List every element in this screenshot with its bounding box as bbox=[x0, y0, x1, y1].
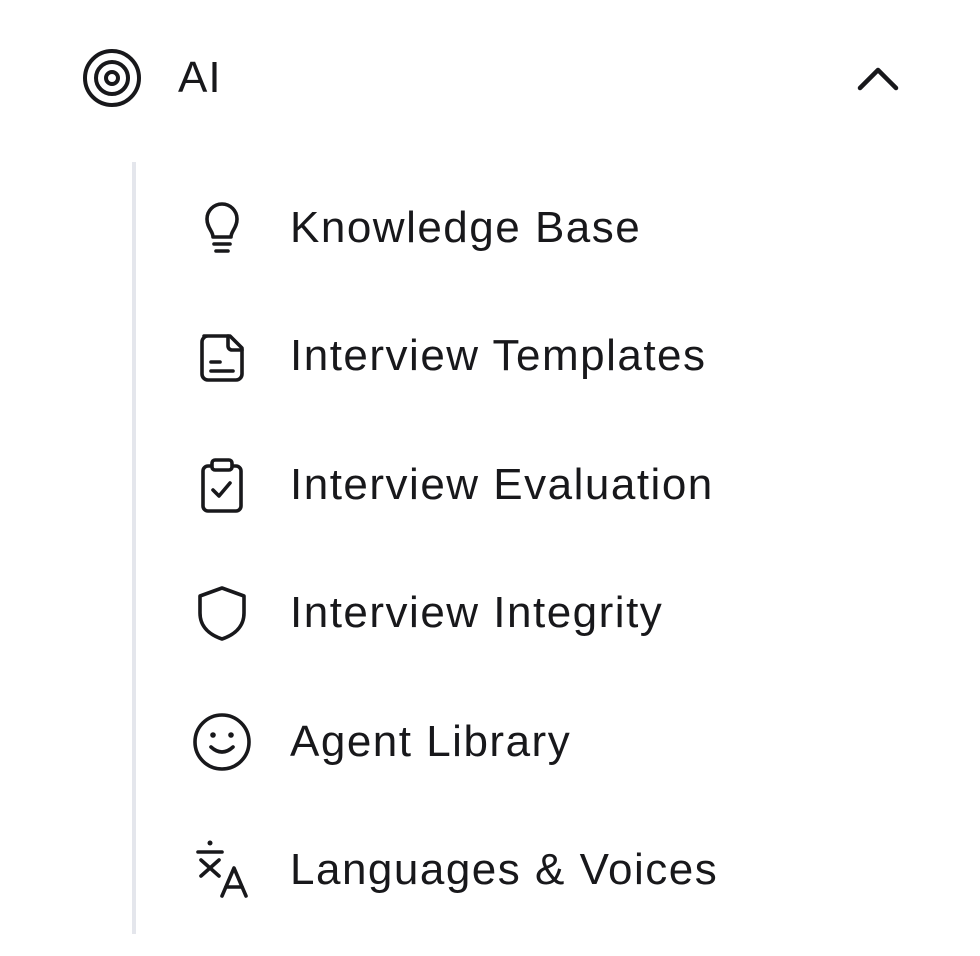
translate-icon bbox=[192, 840, 252, 900]
sidebar-item-languages-voices[interactable]: Languages & Voices bbox=[166, 820, 866, 920]
ai-group-label: AI bbox=[178, 53, 222, 102]
sidebar-item-label: Interview Evaluation bbox=[290, 460, 714, 509]
target-icon bbox=[82, 48, 142, 108]
sidebar-ai-group: AI Knowledge Base Interview Templates In… bbox=[0, 0, 980, 956]
sidebar-item-knowledge-base[interactable]: Knowledge Base bbox=[166, 178, 866, 278]
ai-group-header[interactable]: AI bbox=[70, 38, 920, 118]
sticky-note-icon bbox=[192, 326, 252, 386]
ai-submenu: Knowledge Base Interview Templates Inter… bbox=[132, 162, 896, 934]
sidebar-item-label: Interview Integrity bbox=[290, 588, 664, 637]
sidebar-item-agent-library[interactable]: Agent Library bbox=[166, 692, 866, 792]
shield-icon bbox=[192, 583, 252, 643]
sidebar-item-label: Languages & Voices bbox=[290, 845, 719, 894]
smiley-icon bbox=[192, 712, 252, 772]
sidebar-item-label: Agent Library bbox=[290, 717, 572, 766]
sidebar-item-interview-integrity[interactable]: Interview Integrity bbox=[166, 563, 866, 663]
sidebar-item-label: Knowledge Base bbox=[290, 203, 642, 252]
sidebar-item-interview-evaluation[interactable]: Interview Evaluation bbox=[166, 435, 866, 535]
sidebar-item-label: Interview Templates bbox=[290, 331, 707, 380]
sidebar-item-interview-templates[interactable]: Interview Templates bbox=[166, 306, 866, 406]
chevron-up-icon[interactable] bbox=[856, 58, 900, 98]
lightbulb-icon bbox=[192, 198, 252, 258]
clipboard-check-icon bbox=[192, 455, 252, 515]
